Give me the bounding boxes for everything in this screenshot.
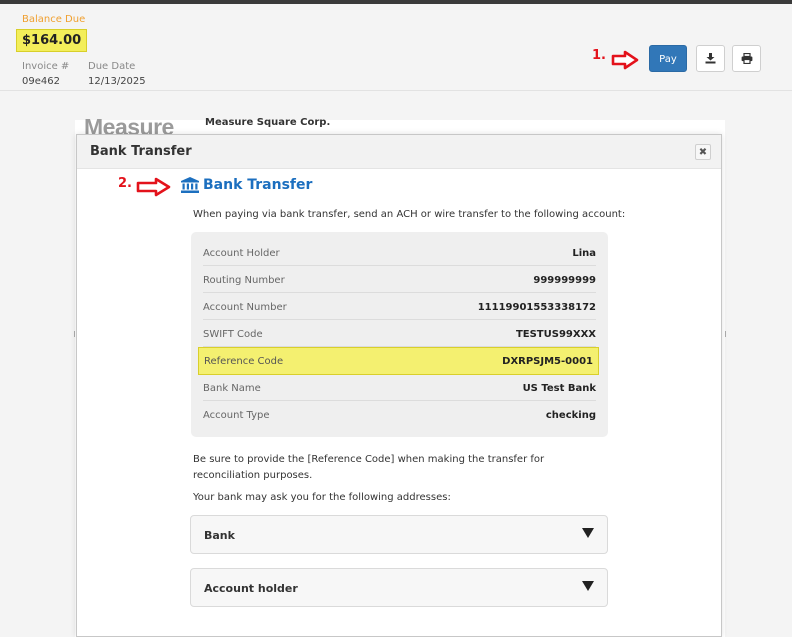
row-label: SWIFT Code — [203, 329, 263, 340]
row-value: DXRPSJM5-0001 — [502, 356, 593, 367]
swift-code-row: SWIFT Code TESTUS99XXX — [203, 321, 596, 347]
bank-address-accordion[interactable]: Bank — [190, 515, 608, 554]
caret-down-icon — [582, 528, 594, 538]
accordion-label: Account holder — [204, 582, 298, 595]
reference-code-note: Be sure to provide the [Reference Code] … — [193, 454, 545, 481]
row-label: Account Type — [203, 410, 270, 421]
row-value: Lina — [572, 248, 596, 259]
document-edge-mark — [74, 331, 75, 337]
row-label: Routing Number — [203, 275, 285, 286]
account-details-box: Account Holder Lina Routing Number 99999… — [191, 232, 608, 437]
invoice-number-value: 09e462 — [22, 76, 60, 87]
bank-icon — [181, 177, 199, 193]
download-button[interactable] — [696, 45, 725, 72]
balance-due-label: Balance Due — [22, 14, 86, 25]
routing-number-row: Routing Number 999999999 — [203, 267, 596, 293]
row-value: checking — [545, 410, 596, 421]
bank-transfer-heading-text: Bank Transfer — [203, 177, 313, 193]
printer-icon — [741, 53, 752, 64]
modal-title: Bank Transfer — [90, 144, 192, 159]
balance-due-amount: $164.00 — [16, 29, 88, 52]
due-date-value: 12/13/2025 — [88, 76, 146, 87]
caret-down-icon — [582, 581, 594, 591]
account-number-row: Account Number 11119901553338172 — [203, 294, 596, 320]
document-edge-mark — [725, 331, 726, 337]
row-value: 11119901553338172 — [477, 302, 596, 313]
row-label: Account Holder — [203, 248, 280, 259]
addresses-prompt: Your bank may ask you for the following … — [193, 492, 451, 503]
account-holder-address-accordion[interactable]: Account holder — [190, 568, 608, 607]
annotation-step-1: 1. — [592, 48, 606, 63]
print-button[interactable] — [732, 45, 761, 72]
row-value: TESTUS99XXX — [515, 329, 596, 340]
row-value: US Test Bank — [522, 383, 596, 394]
row-value: 999999999 — [533, 275, 596, 286]
modal-header: Bank Transfer ✖ — [77, 135, 721, 169]
company-name: Measure Square Corp. — [205, 117, 331, 128]
invoice-number-label: Invoice # — [22, 61, 70, 72]
bank-transfer-heading: Bank Transfer — [181, 177, 312, 193]
annotation-arrow-icon — [136, 177, 171, 197]
reference-code-row: Reference Code DXRPSJM5-0001 — [198, 347, 599, 375]
annotation-arrow-icon — [611, 50, 639, 70]
account-type-row: Account Type checking — [203, 402, 596, 428]
download-icon — [705, 53, 716, 64]
row-label: Account Number — [203, 302, 287, 313]
row-label: Reference Code — [204, 356, 284, 367]
close-button[interactable]: ✖ — [695, 144, 711, 160]
accordion-label: Bank — [204, 529, 235, 542]
bank-name-row: Bank Name US Test Bank — [203, 375, 596, 401]
annotation-step-2: 2. — [118, 176, 132, 191]
account-holder-row: Account Holder Lina — [203, 240, 596, 266]
row-label: Bank Name — [203, 383, 261, 394]
due-date-label: Due Date — [88, 61, 136, 72]
pay-button[interactable]: Pay — [649, 45, 687, 72]
transfer-instructions: When paying via bank transfer, send an A… — [193, 209, 626, 220]
